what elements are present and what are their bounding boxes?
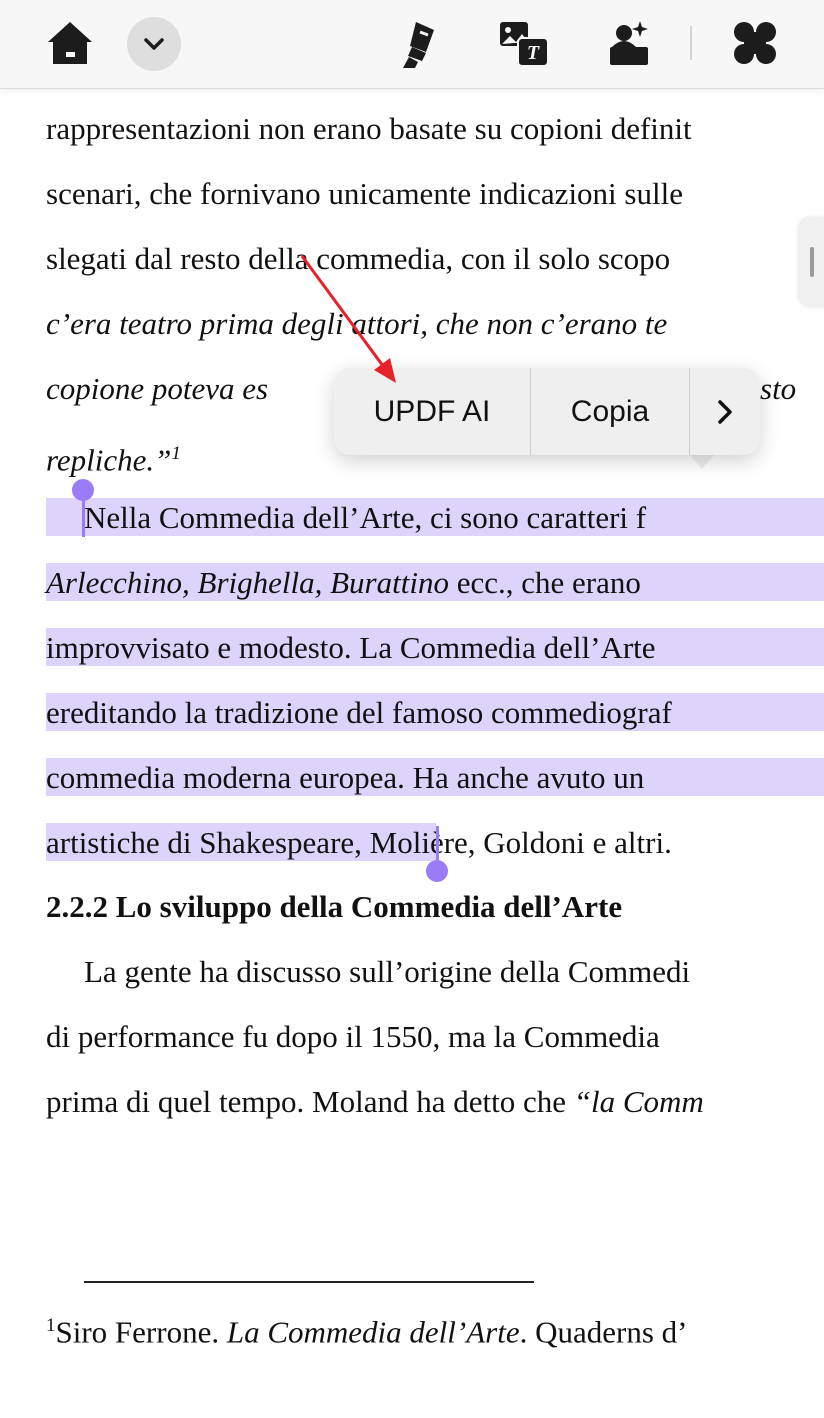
home-icon[interactable] [44, 18, 96, 68]
footnote-mark: 1 [171, 443, 181, 464]
toolbar-divider [690, 26, 692, 60]
text-line: c’era teatro prima degli attori, che non… [46, 306, 668, 341]
text-fragment: artistiche di Shakespeare, [46, 825, 362, 860]
chevron-right-icon [718, 399, 732, 424]
page-scroll-handle[interactable] [798, 217, 824, 307]
selected-line: improvvisato e modesto. La Commedia dell… [46, 630, 656, 665]
text-line: di performance fu dopo il 1550, ma la Co… [46, 1019, 660, 1054]
svg-text:T: T [527, 42, 540, 64]
selected-line: commedia moderna europea. Ha anche avuto… [46, 760, 645, 795]
text-fragment: “la Comm [573, 1084, 704, 1119]
text-line: scenari, che fornivano unicamente indica… [46, 176, 683, 211]
text-fragment: Arlecchino, Brighella, Burattino [46, 565, 449, 600]
more-menu-item[interactable] [690, 368, 760, 455]
image-ai-icon[interactable] [606, 17, 652, 67]
text-fragment: La Commedia dell’Arte [226, 1314, 520, 1350]
text-fragment: ecc., che erano [448, 565, 641, 600]
menu-pointer [688, 453, 716, 469]
text-fragment: . Quaderns d’ [519, 1314, 688, 1350]
text-line: rappresentazioni non erano basate su cop… [46, 111, 692, 146]
selection-start-handle[interactable] [72, 479, 94, 501]
highlighter-icon[interactable] [398, 16, 444, 70]
text-fragment: Molière, Goldoni e altri. [361, 825, 672, 860]
selected-line: Arlecchino, Brighella, Burattino ecc., c… [46, 565, 641, 601]
text-line: copione poteva es [46, 371, 269, 406]
chevron-down-icon[interactable] [127, 17, 181, 71]
text-line: slegati dal resto della commedia, con il… [46, 241, 671, 276]
text-line: prima di quel tempo. Moland ha detto che… [46, 1084, 704, 1120]
selected-line: Nella Commedia dell’Arte, ci sono caratt… [84, 500, 647, 535]
footnote-mark: 1 [46, 1315, 56, 1336]
top-toolbar: T [0, 0, 824, 89]
text-fragment: Siro Ferrone. [55, 1314, 227, 1350]
text-line: sto [760, 371, 797, 406]
apps-grid-icon[interactable] [732, 20, 778, 66]
selection-start-caret [82, 499, 85, 537]
text-fragment: prima di quel tempo. Moland ha detto che [46, 1084, 574, 1119]
section-heading: 2.2.2 Lo sviluppo della Commedia dell’Ar… [46, 889, 623, 924]
copy-menu-item[interactable]: Copia [531, 368, 689, 455]
footnote: 1Siro Ferrone. La Commedia dell’Arte. Qu… [46, 1308, 687, 1350]
pdf-page[interactable]: rappresentazioni non erano basate su cop… [0, 89, 824, 1418]
selection-end-handle[interactable] [426, 860, 448, 882]
selection-end-caret [436, 826, 439, 864]
text-line: La gente ha discusso sull’origine della … [84, 954, 691, 989]
footnote-rule [84, 1281, 534, 1283]
translate-icon[interactable]: T [498, 18, 550, 68]
selected-line: artistiche di Shakespeare, Molière, Gold… [46, 825, 672, 861]
selected-line: ereditando la tradizione del famoso comm… [46, 695, 672, 730]
text-fragment: repliche.” [46, 442, 172, 478]
context-menu: UPDF AI Copia [334, 368, 760, 455]
updf-ai-menu-item[interactable]: UPDF AI [334, 368, 530, 455]
text-line: repliche.”1 [46, 436, 181, 478]
